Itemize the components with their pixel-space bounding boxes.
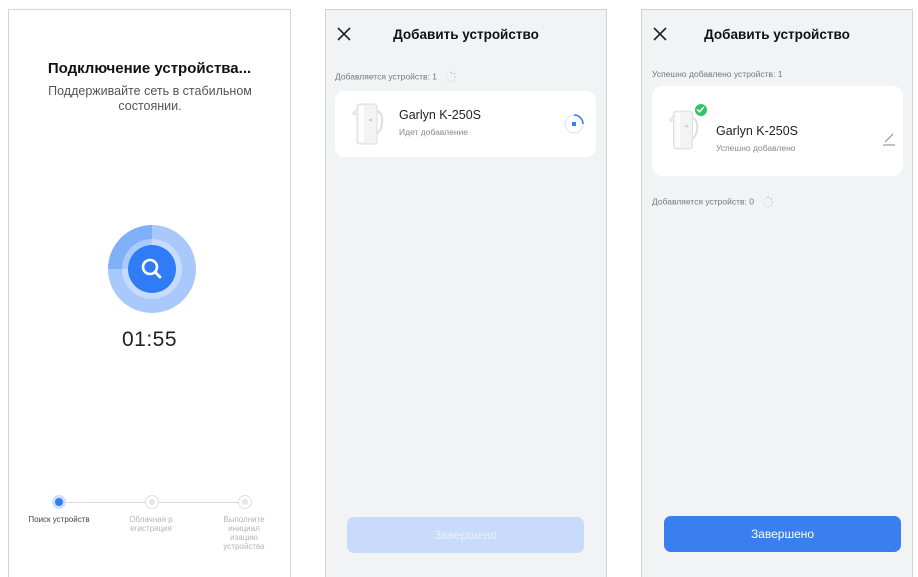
adding-progress-icon [564,114,584,134]
loading-spinner-icon [762,196,774,208]
device-name: Garlyn K-250S [399,108,481,122]
adding-count-label: Добавляется устройств: 0 [652,196,754,207]
search-radar [108,225,196,313]
device-card: Garlyn K-250S Идет добавление [335,91,596,157]
adding-count: Добавляется устройств: 1 [335,71,457,83]
step-2-label: Облачная р егистрация [129,515,173,533]
step-2-dot [145,495,159,509]
device-status: Идет добавление [399,127,469,137]
connecting-screen: Подключение устройства... Поддерживайте … [8,9,291,577]
step-1-dot [52,495,66,509]
add-device-success-screen: Добавить устройство Успешно добавлено ус… [641,9,913,577]
adding-count: Добавляется устройств: 0 [652,196,774,208]
header: Добавить устройство [642,10,912,60]
page-title: Подключение устройства... [47,60,252,77]
loading-spinner-icon [445,71,457,83]
page-title: Добавить устройство [704,27,850,42]
page-title: Добавить устройство [393,27,539,42]
step-3-label: Выполните инициал изацию устройства [223,515,265,551]
progress-steps: Поиск устройств Облачная р егистрация Вы… [9,488,290,577]
done-button[interactable]: Завершено [347,517,584,553]
added-count-label: Успешно добавлено устройств: 1 [652,69,783,79]
step-1-label: Поиск устройств [28,515,90,524]
device-status: Успешно добавлено [716,143,796,153]
device-name: Garlyn K-250S [716,124,798,138]
header: Добавить устройство [326,10,606,60]
step-connector [66,502,146,503]
edit-icon[interactable] [881,131,897,147]
adding-count-label: Добавляется устройств: 1 [335,71,437,82]
countdown-timer: 01:55 [121,328,178,351]
step-connector [159,502,241,503]
page-subtitle: Поддерживайте сеть в стабильном состояни… [48,84,252,113]
success-check-icon [694,103,708,117]
add-device-in-progress-screen: Добавить устройство Добавляется устройст… [325,9,607,577]
done-button[interactable]: Завершено [664,516,901,552]
step-3-dot [238,495,252,509]
kettle-icon [352,103,384,145]
device-card: Garlyn K-250S Успешно добавлено [652,86,903,176]
